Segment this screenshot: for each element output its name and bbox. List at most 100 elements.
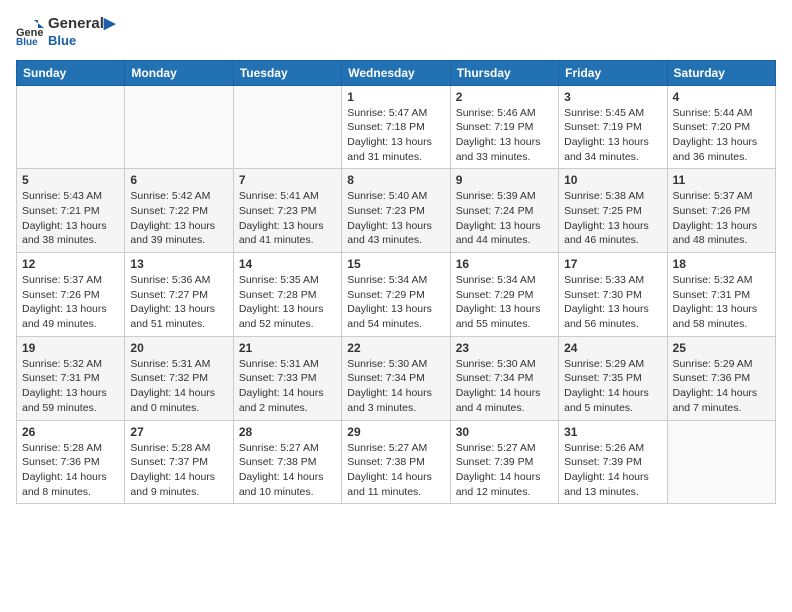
day-info: Sunrise: 5:37 AMSunset: 7:26 PMDaylight:… [22, 273, 119, 332]
day-number: 15 [347, 257, 444, 271]
day-info: Sunrise: 5:37 AMSunset: 7:26 PMDaylight:… [673, 189, 770, 248]
day-number: 4 [673, 90, 770, 104]
weekday-header-saturday: Saturday [667, 60, 775, 85]
calendar-week-row: 19 Sunrise: 5:32 AMSunset: 7:31 PMDayligh… [17, 336, 776, 420]
calendar-cell: 26Sunrise: 5:28 AMSunset: 7:36 PMDayligh… [17, 420, 125, 504]
day-info: Sunrise: 5:28 AMSunset: 7:36 PMDaylight:… [22, 441, 119, 500]
logo: General Blue General▶ Blue [16, 16, 115, 48]
weekday-header-tuesday: Tuesday [233, 60, 341, 85]
weekday-header-monday: Monday [125, 60, 233, 85]
day-info: Sunrise: 5:34 AMSunset: 7:29 PMDaylight:… [347, 273, 444, 332]
day-info: Sunrise: 5:27 AMSunset: 7:38 PMDaylight:… [347, 441, 444, 500]
calendar-cell: 9 Sunrise: 5:39 AMSunset: 7:24 PMDaylight… [450, 169, 558, 253]
calendar-cell: 20 Sunrise: 5:31 AMSunset: 7:32 PMDayligh… [125, 336, 233, 420]
day-info: Sunrise: 5:46 AMSunset: 7:19 PMDaylight:… [456, 106, 553, 165]
weekday-header-sunday: Sunday [17, 60, 125, 85]
calendar-cell: 1 Sunrise: 5:47 AMSunset: 7:18 PMDaylight… [342, 85, 450, 169]
weekday-header-friday: Friday [559, 60, 667, 85]
day-number: 23 [456, 341, 553, 355]
day-number: 5 [22, 173, 119, 187]
calendar-cell [17, 85, 125, 169]
day-number: 2 [456, 90, 553, 104]
day-info: Sunrise: 5:29 AMSunset: 7:36 PMDaylight:… [673, 357, 770, 416]
day-info: Sunrise: 5:36 AMSunset: 7:27 PMDaylight:… [130, 273, 227, 332]
day-info: Sunrise: 5:30 AMSunset: 7:34 PMDaylight:… [347, 357, 444, 416]
day-info: Sunrise: 5:38 AMSunset: 7:25 PMDaylight:… [564, 189, 661, 248]
calendar-week-row: 12 Sunrise: 5:37 AMSunset: 7:26 PMDayligh… [17, 253, 776, 337]
day-info: Sunrise: 5:45 AMSunset: 7:19 PMDaylight:… [564, 106, 661, 165]
day-info: Sunrise: 5:29 AMSunset: 7:35 PMDaylight:… [564, 357, 661, 416]
day-number: 16 [456, 257, 553, 271]
day-number: 9 [456, 173, 553, 187]
day-info: Sunrise: 5:43 AMSunset: 7:21 PMDaylight:… [22, 189, 119, 248]
calendar-cell: 30 Sunrise: 5:27 AMSunset: 7:39 PMDayligh… [450, 420, 558, 504]
calendar-cell: 10 Sunrise: 5:38 AMSunset: 7:25 PMDayligh… [559, 169, 667, 253]
day-info: Sunrise: 5:34 AMSunset: 7:29 PMDaylight:… [456, 273, 553, 332]
calendar-cell: 12 Sunrise: 5:37 AMSunset: 7:26 PMDayligh… [17, 253, 125, 337]
day-info: Sunrise: 5:27 AMSunset: 7:39 PMDaylight:… [456, 441, 553, 500]
calendar-cell: 22 Sunrise: 5:30 AMSunset: 7:34 PMDayligh… [342, 336, 450, 420]
day-number: 20 [130, 341, 227, 355]
day-info: Sunrise: 5:30 AMSunset: 7:34 PMDaylight:… [456, 357, 553, 416]
calendar-cell: 24 Sunrise: 5:29 AMSunset: 7:35 PMDayligh… [559, 336, 667, 420]
calendar-cell: 27Sunrise: 5:28 AMSunset: 7:37 PMDayligh… [125, 420, 233, 504]
calendar-cell: 31Sunrise: 5:26 AMSunset: 7:39 PMDayligh… [559, 420, 667, 504]
day-number: 24 [564, 341, 661, 355]
day-number: 21 [239, 341, 336, 355]
day-number: 13 [130, 257, 227, 271]
weekday-header-thursday: Thursday [450, 60, 558, 85]
day-number: 6 [130, 173, 227, 187]
calendar-cell: 15 Sunrise: 5:34 AMSunset: 7:29 PMDayligh… [342, 253, 450, 337]
day-info: Sunrise: 5:32 AMSunset: 7:31 PMDaylight:… [673, 273, 770, 332]
logo-text: General▶ Blue [48, 16, 115, 48]
day-info: Sunrise: 5:40 AMSunset: 7:23 PMDaylight:… [347, 189, 444, 248]
calendar-cell [233, 85, 341, 169]
day-info: Sunrise: 5:41 AMSunset: 7:23 PMDaylight:… [239, 189, 336, 248]
calendar-cell: 8Sunrise: 5:40 AMSunset: 7:23 PMDaylight… [342, 169, 450, 253]
calendar-cell: 17 Sunrise: 5:33 AMSunset: 7:30 PMDayligh… [559, 253, 667, 337]
weekday-header-wednesday: Wednesday [342, 60, 450, 85]
calendar-cell: 6 Sunrise: 5:42 AMSunset: 7:22 PMDaylight… [125, 169, 233, 253]
day-number: 18 [673, 257, 770, 271]
day-info: Sunrise: 5:35 AMSunset: 7:28 PMDaylight:… [239, 273, 336, 332]
day-info: Sunrise: 5:31 AMSunset: 7:33 PMDaylight:… [239, 357, 336, 416]
day-number: 30 [456, 425, 553, 439]
day-number: 28 [239, 425, 336, 439]
day-number: 7 [239, 173, 336, 187]
day-info: Sunrise: 5:42 AMSunset: 7:22 PMDaylight:… [130, 189, 227, 248]
day-number: 22 [347, 341, 444, 355]
day-info: Sunrise: 5:32 AMSunset: 7:31 PMDaylight:… [22, 357, 119, 416]
day-number: 3 [564, 90, 661, 104]
day-number: 14 [239, 257, 336, 271]
calendar-cell: 11Sunrise: 5:37 AMSunset: 7:26 PMDayligh… [667, 169, 775, 253]
calendar-cell: 23 Sunrise: 5:30 AMSunset: 7:34 PMDayligh… [450, 336, 558, 420]
calendar-cell: 19 Sunrise: 5:32 AMSunset: 7:31 PMDayligh… [17, 336, 125, 420]
day-number: 12 [22, 257, 119, 271]
day-number: 25 [673, 341, 770, 355]
calendar-cell: 7 Sunrise: 5:41 AMSunset: 7:23 PMDaylight… [233, 169, 341, 253]
calendar-cell: 25 Sunrise: 5:29 AMSunset: 7:36 PMDayligh… [667, 336, 775, 420]
calendar-week-row: 26Sunrise: 5:28 AMSunset: 7:36 PMDayligh… [17, 420, 776, 504]
calendar-cell: 21 Sunrise: 5:31 AMSunset: 7:33 PMDayligh… [233, 336, 341, 420]
day-number: 29 [347, 425, 444, 439]
day-number: 17 [564, 257, 661, 271]
calendar-cell: 5 Sunrise: 5:43 AMSunset: 7:21 PMDaylight… [17, 169, 125, 253]
day-info: Sunrise: 5:47 AMSunset: 7:18 PMDaylight:… [347, 106, 444, 165]
calendar-week-row: 5 Sunrise: 5:43 AMSunset: 7:21 PMDaylight… [17, 169, 776, 253]
day-number: 19 [22, 341, 119, 355]
day-info: Sunrise: 5:39 AMSunset: 7:24 PMDaylight:… [456, 189, 553, 248]
calendar-week-row: 1 Sunrise: 5:47 AMSunset: 7:18 PMDaylight… [17, 85, 776, 169]
day-info: Sunrise: 5:33 AMSunset: 7:30 PMDaylight:… [564, 273, 661, 332]
day-info: Sunrise: 5:44 AMSunset: 7:20 PMDaylight:… [673, 106, 770, 165]
calendar-cell: 13 Sunrise: 5:36 AMSunset: 7:27 PMDayligh… [125, 253, 233, 337]
day-info: Sunrise: 5:26 AMSunset: 7:39 PMDaylight:… [564, 441, 661, 500]
day-number: 1 [347, 90, 444, 104]
calendar-cell: 14 Sunrise: 5:35 AMSunset: 7:28 PMDayligh… [233, 253, 341, 337]
calendar-cell: 29 Sunrise: 5:27 AMSunset: 7:38 PMDayligh… [342, 420, 450, 504]
calendar-cell: 28 Sunrise: 5:27 AMSunset: 7:38 PMDayligh… [233, 420, 341, 504]
day-info: Sunrise: 5:27 AMSunset: 7:38 PMDaylight:… [239, 441, 336, 500]
day-number: 10 [564, 173, 661, 187]
weekday-header-row: SundayMondayTuesdayWednesdayThursdayFrid… [17, 60, 776, 85]
day-info: Sunrise: 5:31 AMSunset: 7:32 PMDaylight:… [130, 357, 227, 416]
day-info: Sunrise: 5:28 AMSunset: 7:37 PMDaylight:… [130, 441, 227, 500]
